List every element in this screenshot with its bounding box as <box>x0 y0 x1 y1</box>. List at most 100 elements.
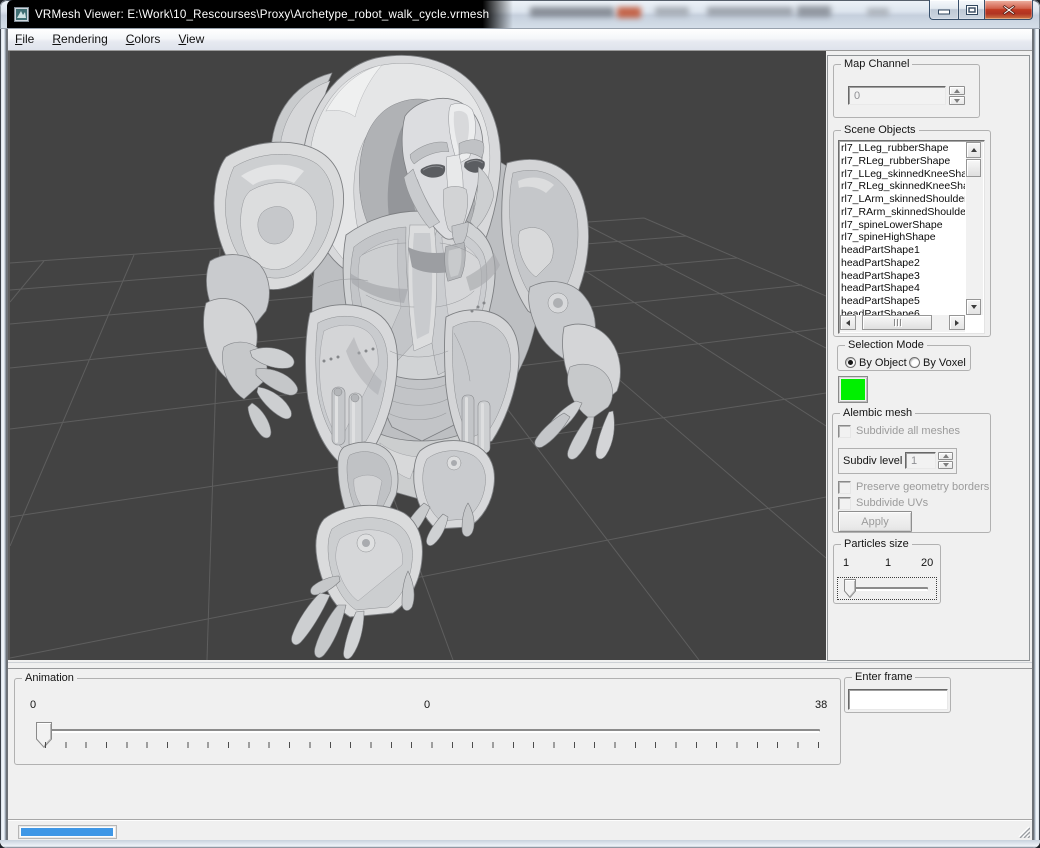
minimize-button[interactable] <box>929 0 958 20</box>
arrow-left-icon <box>846 320 850 326</box>
viewport-scene <box>10 51 826 660</box>
by-voxel-label: By Voxel <box>923 357 966 369</box>
title-bar[interactable]: VRMesh Viewer: E:\Work\10_Rescourses\Pro… <box>0 0 1040 29</box>
ghost-text-blur <box>530 7 614 17</box>
animation-group: Animation <box>14 678 841 765</box>
animation-start-label: 0 <box>30 699 36 711</box>
list-item[interactable]: headPartShape1 <box>841 244 965 257</box>
maximize-icon <box>966 5 978 15</box>
close-button[interactable] <box>985 0 1033 20</box>
particles-slider-thumb[interactable] <box>844 579 856 598</box>
map-channel-label: Map Channel <box>841 57 912 71</box>
animation-slider-groove <box>42 729 820 733</box>
spin-up-button[interactable] <box>938 452 953 460</box>
menu-view[interactable]: View <box>169 29 213 50</box>
app-icon <box>14 7 29 22</box>
scroll-down-button[interactable] <box>966 299 981 315</box>
list-item[interactable]: rl7_RArm_skinnedShoulderShape <box>841 206 965 219</box>
vertical-scrollbar[interactable] <box>966 142 983 315</box>
preserve-borders-label: Preserve geometry borders <box>856 481 989 493</box>
spin-down-button[interactable] <box>949 96 965 105</box>
arrow-up-icon <box>943 454 949 458</box>
list-item[interactable]: headPartShape3 <box>841 270 965 283</box>
app-window: VRMesh Viewer: E:\Work\10_Rescourses\Pro… <box>0 0 1040 848</box>
map-channel-value: 0 <box>854 90 860 102</box>
selection-color <box>841 379 865 400</box>
list-item[interactable]: rl7_spineLowerShape <box>841 219 965 232</box>
preserve-borders-checkbox[interactable] <box>838 481 851 494</box>
animation-current-label: 0 <box>424 699 430 711</box>
progress-fill <box>21 828 113 836</box>
list-item[interactable]: headPartShape2 <box>841 257 965 270</box>
menu-rendering[interactable]: Rendering <box>43 29 116 50</box>
ghost-text-blur <box>867 8 889 16</box>
scene-objects-items: rl7_LLeg_rubberShaperl7_RLeg_rubberShape… <box>841 142 965 315</box>
scene-objects-list[interactable]: rl7_LLeg_rubberShaperl7_RLeg_rubberShape… <box>838 140 985 334</box>
menu-colors[interactable]: Colors <box>117 29 170 50</box>
spin-up-button[interactable] <box>949 86 965 95</box>
particles-size-label: Particles size <box>841 537 912 551</box>
close-icon <box>1002 4 1015 15</box>
selection-mode-label: Selection Mode <box>845 338 927 352</box>
subdivide-uvs-label: Subdivide UVs <box>856 497 928 509</box>
enter-frame-input[interactable] <box>848 689 948 710</box>
ghost-text-blur <box>797 6 831 17</box>
scene-objects-label: Scene Objects <box>841 123 919 137</box>
apply-button[interactable]: Apply <box>838 511 912 532</box>
subdiv-level-label: Subdiv level <box>843 455 902 467</box>
list-item[interactable]: rl7_RLeg_rubberShape <box>841 155 965 168</box>
resize-grip[interactable] <box>1017 825 1030 838</box>
vertical-scroll-thumb[interactable] <box>966 159 981 177</box>
viewport-3d[interactable] <box>8 51 826 660</box>
map-channel-input[interactable]: 0 <box>848 86 946 105</box>
status-bar <box>8 819 1032 840</box>
particles-max-label: 20 <box>921 557 933 569</box>
window-title: VRMesh Viewer: E:\Work\10_Rescourses\Pro… <box>35 8 489 21</box>
enter-frame-label: Enter frame <box>852 670 915 684</box>
map-channel-spinner <box>949 86 965 105</box>
list-item[interactable]: headPartShape5 <box>841 295 965 308</box>
list-item[interactable]: rl7_LArm_skinnedShoulderShape <box>841 193 965 206</box>
scroll-left-button[interactable] <box>840 315 856 330</box>
animation-end-label: 38 <box>815 699 827 711</box>
color-swatch-button[interactable] <box>838 376 868 403</box>
particles-min-label: 1 <box>843 557 849 569</box>
particles-current-label: 1 <box>885 557 891 569</box>
divider <box>8 662 1032 663</box>
client-area: Map Channel 0 Scene Objects rl7_LLeg_rub… <box>8 51 1032 840</box>
window-frame-bottom <box>0 840 1040 848</box>
scroll-up-button[interactable] <box>966 142 981 158</box>
horizontal-scrollbar[interactable] <box>840 315 965 332</box>
list-item[interactable]: rl7_LLeg_rubberShape <box>841 142 965 155</box>
ghost-text-blur <box>707 7 793 16</box>
maximize-button[interactable] <box>958 0 985 20</box>
robot-model <box>204 55 621 659</box>
ghost-red-blur <box>617 7 641 18</box>
list-item[interactable]: headPartShape6 <box>841 308 965 315</box>
arrow-up-icon <box>971 148 977 152</box>
list-item[interactable]: headPartShape4 <box>841 282 965 295</box>
subdiv-level-spinner <box>938 452 953 469</box>
subdivide-all-label: Subdivide all meshes <box>856 425 960 437</box>
subdivide-all-checkbox[interactable] <box>838 425 851 438</box>
list-item[interactable]: rl7_RLeg_skinnedKneeShape <box>841 180 965 193</box>
progress-bar <box>18 825 117 839</box>
radio-by-object[interactable] <box>845 357 856 368</box>
horizontal-scroll-thumb[interactable] <box>862 315 932 330</box>
arrow-down-icon <box>954 99 960 103</box>
list-item[interactable]: rl7_LLeg_skinnedKneeShape <box>841 168 965 181</box>
minimize-icon <box>938 9 950 14</box>
list-item[interactable]: rl7_spineHighShape <box>841 231 965 244</box>
radio-by-voxel[interactable] <box>909 357 920 368</box>
subdiv-level-input[interactable]: 1 <box>905 452 936 469</box>
caption-buttons <box>929 0 1033 20</box>
window-frame-left <box>0 29 8 840</box>
ghost-text-blur <box>655 7 689 16</box>
subdiv-level-value: 1 <box>911 455 917 467</box>
subdivide-uvs-checkbox[interactable] <box>838 497 851 510</box>
radio-dot <box>848 360 853 365</box>
scroll-right-button[interactable] <box>949 315 965 330</box>
spin-down-button[interactable] <box>938 461 953 469</box>
animation-slider-ticks <box>45 742 820 748</box>
menu-file[interactable]: File <box>6 29 43 50</box>
